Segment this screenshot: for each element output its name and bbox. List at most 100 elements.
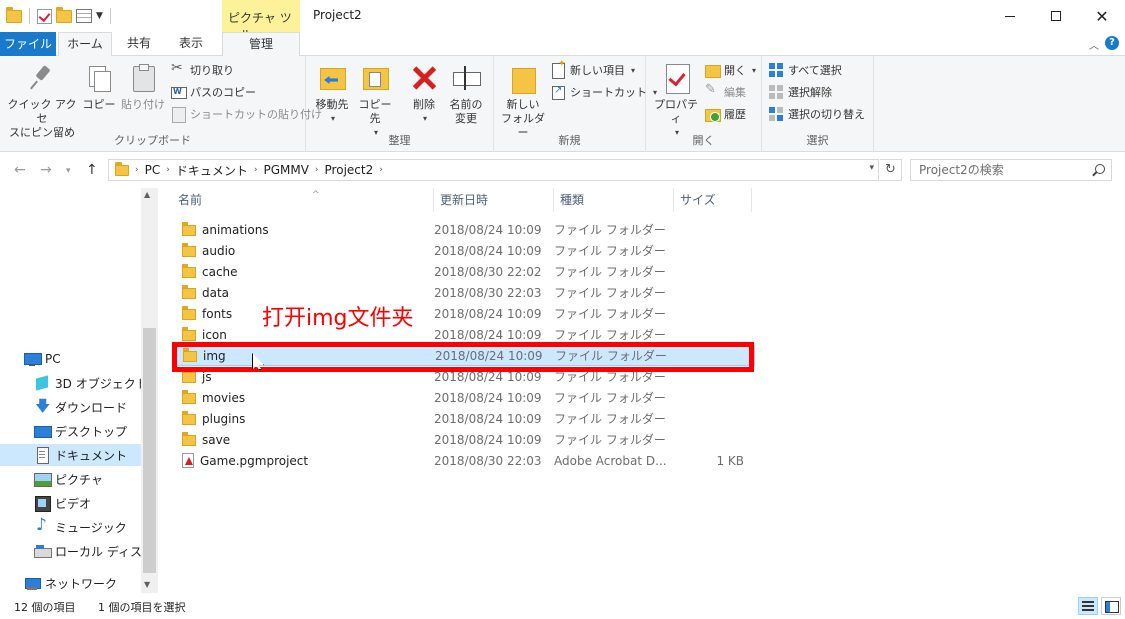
move-to-button[interactable]: 移動先 ▾ <box>312 62 352 126</box>
file-date: 2018/08/24 10:09 <box>434 306 542 321</box>
column-header-date[interactable]: 更新日時 <box>434 188 554 212</box>
large-icons-view-button[interactable] <box>1101 597 1121 615</box>
properties-icon <box>660 62 692 94</box>
delete-label: 削除 <box>413 98 435 111</box>
tab-view[interactable]: 表示 <box>167 32 215 56</box>
breadcrumb-documents[interactable]: ドキュメント <box>176 162 248 179</box>
paste-icon <box>127 62 159 94</box>
chevron-down-icon[interactable]: ▼ <box>96 11 103 21</box>
file-type: ファイル フォルダー <box>554 307 666 321</box>
chevron-right-icon[interactable]: › <box>135 165 139 175</box>
history-button[interactable]: 履歴 <box>704 104 746 124</box>
select-all-button[interactable]: すべて選択 <box>768 60 842 80</box>
nav-item-pictures[interactable]: ピクチャ <box>0 468 141 490</box>
nav-scrollbar[interactable]: ▲ ▼ <box>141 188 158 593</box>
search-input[interactable] <box>911 160 1081 180</box>
file-name: data <box>202 285 230 300</box>
copy-to-icon <box>359 62 391 94</box>
nav-item-music[interactable]: ミュージック <box>0 516 141 538</box>
column-header-size[interactable]: サイズ <box>674 188 752 212</box>
table-row[interactable]: Game.pgmproject 2018/08/30 22:03 Adobe A… <box>174 450 755 471</box>
minimize-button[interactable] <box>987 0 1033 32</box>
nav-item-documents[interactable]: ドキュメント <box>0 444 141 466</box>
address-bar[interactable]: › PC › ドキュメント › PGMMV › Project2 › ▾ <box>108 159 879 181</box>
rename-button[interactable]: 名前の 変更 <box>446 62 486 126</box>
back-arrow-icon[interactable]: ← <box>14 162 26 178</box>
edit-button[interactable]: 編集 <box>704 82 746 102</box>
rename-icon[interactable] <box>76 9 92 23</box>
nav-item-downloads[interactable]: ダウンロード <box>0 396 141 418</box>
downloads-icon <box>34 396 50 418</box>
new-folder-icon[interactable] <box>56 6 72 23</box>
search-box[interactable] <box>910 159 1112 181</box>
file-date: 2018/08/24 10:09 <box>434 390 542 405</box>
recent-locations-icon[interactable]: ▾ <box>66 166 71 176</box>
file-type: Adobe Acrobat D... <box>554 453 667 468</box>
chevron-down-icon[interactable]: ▾ <box>869 163 874 173</box>
collapse-ribbon-icon[interactable]: ︿ <box>1089 37 1099 52</box>
table-row[interactable]: animations 2018/08/24 10:09 ファイル フォルダー <box>174 219 755 240</box>
tab-share[interactable]: 共有 <box>115 32 163 56</box>
breadcrumb-pgmmv[interactable]: PGMMV <box>263 163 308 177</box>
table-row[interactable]: cache 2018/08/30 22:02 ファイル フォルダー <box>174 261 755 282</box>
copy-path-button[interactable]: パスのコピー <box>170 82 256 102</box>
nav-item-local-disk[interactable]: ローカル ディスク (C <box>0 540 141 562</box>
nav-item-desktop[interactable]: デスクトップ <box>0 420 141 442</box>
breadcrumb-pc[interactable]: PC <box>145 163 161 177</box>
maximize-button[interactable] <box>1033 0 1079 32</box>
scrollbar-thumb[interactable] <box>143 328 156 573</box>
paste-shortcut-label: ショートカットの貼り付け <box>190 108 322 121</box>
table-row[interactable]: movies 2018/08/24 10:09 ファイル フォルダー <box>174 387 755 408</box>
close-button[interactable]: ✕ <box>1079 0 1125 32</box>
rename-icon <box>450 62 482 94</box>
forward-arrow-icon[interactable]: → <box>40 162 52 178</box>
column-header-type[interactable]: 種類 <box>554 188 674 212</box>
properties-check-icon[interactable] <box>37 8 52 24</box>
tab-file[interactable]: ファイル <box>0 32 56 56</box>
cut-button[interactable]: 切り取り <box>170 60 234 80</box>
nav-item-pc[interactable]: PC <box>0 348 141 370</box>
chevron-right-icon[interactable]: › <box>379 165 383 175</box>
scroll-up-icon[interactable]: ▲ <box>144 190 150 199</box>
copy-to-button[interactable]: コピー先 ▾ <box>354 62 396 140</box>
search-icon[interactable] <box>1095 164 1105 174</box>
nav-item-videos[interactable]: ビデオ <box>0 492 141 514</box>
nav-label: 3D オブジェクト <box>55 376 141 391</box>
refresh-button[interactable]: ↻ <box>880 159 902 181</box>
paste-shortcut-button[interactable]: ショートカットの貼り付け <box>170 104 322 124</box>
help-icon[interactable]: ? <box>1105 36 1119 50</box>
chevron-right-icon[interactable]: › <box>254 165 258 175</box>
refresh-icon: ↻ <box>885 162 896 177</box>
new-item-button[interactable]: 新しい項目 ▾ <box>550 59 635 80</box>
table-row[interactable]: plugins 2018/08/24 10:09 ファイル フォルダー <box>174 408 755 429</box>
nav-item-network[interactable]: ネットワーク <box>0 572 141 594</box>
new-folder-label-1: 新しい <box>506 98 540 111</box>
pin-quick-access-button[interactable]: クイック アクセ スにピン留め <box>6 62 78 140</box>
easy-access-button[interactable]: ショートカット ▾ <box>550 82 657 102</box>
table-row[interactable]: save 2018/08/24 10:09 ファイル フォルダー <box>174 429 755 450</box>
column-label: サイズ <box>680 193 716 207</box>
chevron-right-icon[interactable]: › <box>166 165 170 175</box>
select-none-button[interactable]: 選択解除 <box>768 82 832 102</box>
delete-button[interactable]: 削除 ▾ <box>404 62 444 126</box>
properties-button[interactable]: プロパティ ▾ <box>650 62 702 140</box>
tab-home[interactable]: ホーム <box>58 32 112 57</box>
new-folder-button[interactable]: 新しい フォルダー <box>498 62 548 140</box>
open-button[interactable]: 開く ▾ <box>704 60 756 80</box>
ribbon: クイック アクセ スにピン留め コピー 貼り付け 切り取り パスのコピー ショー… <box>0 56 1125 152</box>
select-none-icon <box>768 84 784 100</box>
table-row[interactable]: audio 2018/08/24 10:09 ファイル フォルダー <box>174 240 755 261</box>
breadcrumb-project2[interactable]: Project2 <box>325 163 374 177</box>
copy-button[interactable]: コピー <box>80 62 118 112</box>
folder-icon <box>182 264 196 278</box>
column-header-name[interactable]: 名前 ^ <box>172 188 434 212</box>
scroll-down-icon[interactable]: ▼ <box>144 580 150 589</box>
copy-path-label: パスのコピー <box>190 86 256 99</box>
nav-item-3d-objects[interactable]: 3D オブジェクト <box>0 372 141 394</box>
invert-selection-button[interactable]: 選択の切り替え <box>768 104 865 124</box>
paste-button[interactable]: 貼り付け <box>120 62 166 112</box>
up-arrow-icon[interactable]: ↑ <box>86 162 98 178</box>
details-view-button[interactable] <box>1078 597 1098 615</box>
chevron-right-icon[interactable]: › <box>315 165 319 175</box>
tab-manage[interactable]: 管理 <box>222 32 300 57</box>
